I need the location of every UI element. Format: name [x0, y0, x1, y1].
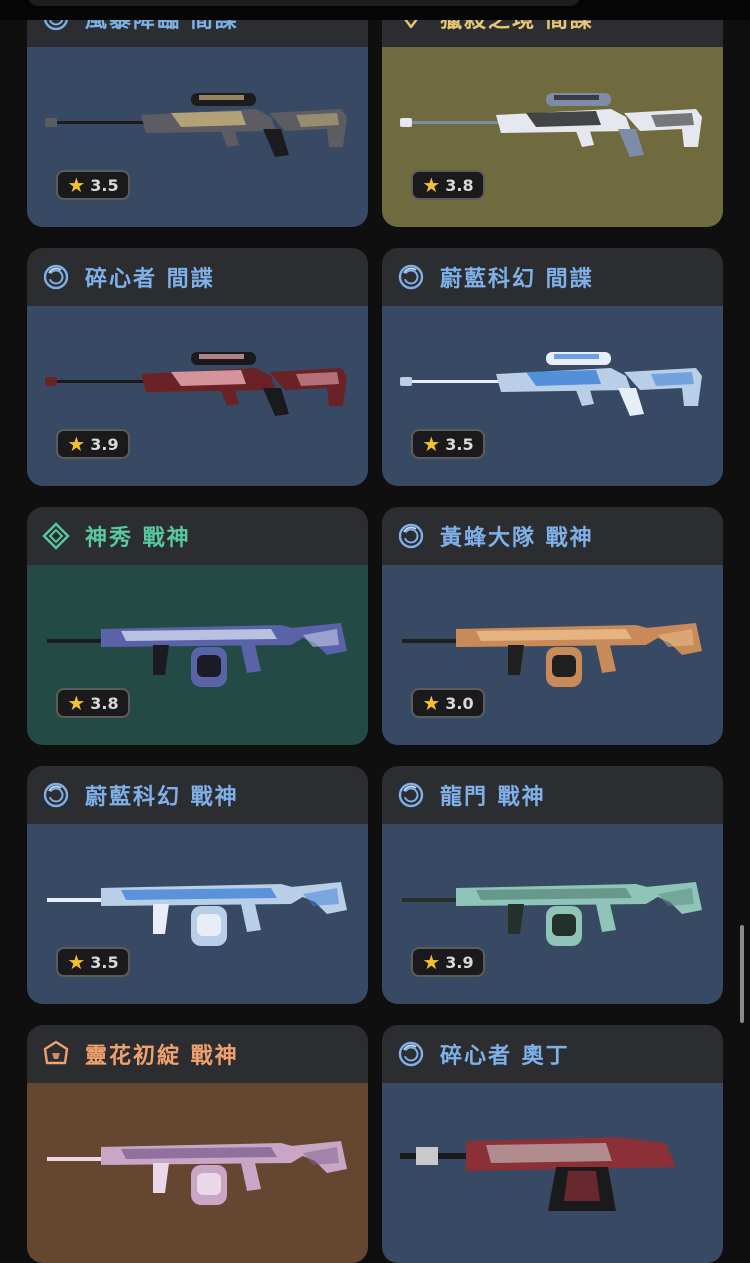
rating-badge: ★ 3.5	[56, 947, 130, 977]
skin-title: 龍門 戰神	[440, 785, 546, 810]
card-body	[382, 1083, 723, 1263]
skin-title: 黃蜂大隊 戰神	[440, 526, 594, 551]
skin-title: 靈花初綻 戰神	[85, 1044, 239, 1069]
star-icon: ★	[422, 950, 441, 974]
card-header: 蔚藍科幻 戰神	[27, 766, 368, 824]
heavy-machine-gun-icon	[400, 1137, 676, 1211]
rating-badge: ★ 3.9	[56, 429, 130, 459]
ultra-tier-icon	[43, 1040, 69, 1065]
card-body: ★ 3.9	[382, 824, 723, 1004]
deluxe-tier-icon	[398, 782, 424, 808]
rating-badge: ★ 3.5	[56, 170, 130, 200]
skin-card[interactable]: 龍門 戰神 ★ 3.9	[382, 766, 723, 1004]
rating-value: 3.9	[90, 434, 119, 454]
rating-value: 3.5	[90, 175, 119, 195]
card-header: 碎心者 奧丁	[382, 1025, 723, 1083]
skin-card[interactable]: 風暴降臨 間諜 ★ 3.5	[27, 0, 368, 227]
card-header: 蔚藍科幻 間諜	[382, 248, 723, 306]
skin-title: 蔚藍科幻 間諜	[440, 267, 594, 292]
skin-grid: 風暴降臨 間諜 ★ 3.5 獵殺之境 間諜 ★ 3.8 碎心者 間諜 ★ 3.9…	[0, 0, 750, 1263]
rating-value: 3.8	[90, 693, 119, 713]
star-icon: ★	[67, 691, 86, 715]
card-body: ★ 3.9	[27, 306, 368, 486]
machine-gun-icon	[402, 623, 702, 687]
card-body: ★ 3.8	[382, 47, 723, 227]
star-icon: ★	[67, 950, 86, 974]
machine-gun-icon	[47, 882, 347, 946]
skin-title: 蔚藍科幻 戰神	[85, 785, 239, 810]
deluxe-tier-icon	[398, 523, 424, 549]
machine-gun-icon	[47, 1141, 347, 1205]
status-bar	[0, 0, 750, 20]
rating-badge: ★ 3.9	[411, 947, 485, 977]
skin-card[interactable]: 神秀 戰神 ★ 3.8	[27, 507, 368, 745]
rating-value: 3.5	[90, 952, 119, 972]
skin-card[interactable]: 碎心者 奧丁	[382, 1025, 723, 1263]
premium-tier-icon	[42, 522, 70, 550]
sniper-rifle-icon	[400, 93, 702, 157]
deluxe-tier-icon	[43, 264, 69, 290]
skin-card[interactable]: 蔚藍科幻 戰神 ★ 3.5	[27, 766, 368, 1004]
skin-title: 碎心者 間諜	[85, 267, 215, 292]
sniper-rifle-icon	[400, 352, 702, 416]
deluxe-tier-icon	[398, 264, 424, 290]
card-header: 靈花初綻 戰神	[27, 1025, 368, 1083]
card-body	[27, 1083, 368, 1263]
card-body: ★ 3.8	[27, 565, 368, 745]
rating-badge: ★ 3.0	[411, 688, 485, 718]
skin-card[interactable]: 靈花初綻 戰神	[27, 1025, 368, 1263]
card-header: 碎心者 間諜	[27, 248, 368, 306]
star-icon: ★	[422, 691, 441, 715]
deluxe-tier-icon	[43, 782, 69, 808]
skin-card[interactable]: 黃蜂大隊 戰神 ★ 3.0	[382, 507, 723, 745]
card-header: 神秀 戰神	[27, 507, 368, 565]
machine-gun-icon	[402, 882, 702, 946]
skin-title: 神秀 戰神	[85, 526, 191, 551]
star-icon: ★	[67, 173, 86, 197]
rating-value: 3.5	[445, 434, 474, 454]
card-body: ★ 3.5	[382, 306, 723, 486]
rating-badge: ★ 3.8	[411, 170, 485, 200]
card-body: ★ 3.5	[27, 47, 368, 227]
notch-indicator	[28, 0, 580, 6]
star-icon: ★	[422, 432, 441, 456]
rating-badge: ★ 3.5	[411, 429, 485, 459]
skin-card[interactable]: 碎心者 間諜 ★ 3.9	[27, 248, 368, 486]
sniper-rifle-icon	[45, 352, 347, 416]
sniper-rifle-icon	[45, 93, 347, 157]
rating-badge: ★ 3.8	[56, 688, 130, 718]
rating-value: 3.9	[445, 952, 474, 972]
card-body: ★ 3.0	[382, 565, 723, 745]
card-header: 黃蜂大隊 戰神	[382, 507, 723, 565]
scrollbar[interactable]	[740, 925, 744, 1023]
card-body: ★ 3.5	[27, 824, 368, 1004]
skin-title: 碎心者 奧丁	[440, 1044, 570, 1069]
skin-card[interactable]: 獵殺之境 間諜 ★ 3.8	[382, 0, 723, 227]
star-icon: ★	[422, 173, 441, 197]
machine-gun-icon	[47, 623, 347, 687]
rating-value: 3.0	[445, 693, 474, 713]
skin-card[interactable]: 蔚藍科幻 間諜 ★ 3.5	[382, 248, 723, 486]
deluxe-tier-icon	[398, 1041, 424, 1067]
star-icon: ★	[67, 432, 86, 456]
rating-value: 3.8	[445, 175, 474, 195]
card-header: 龍門 戰神	[382, 766, 723, 824]
